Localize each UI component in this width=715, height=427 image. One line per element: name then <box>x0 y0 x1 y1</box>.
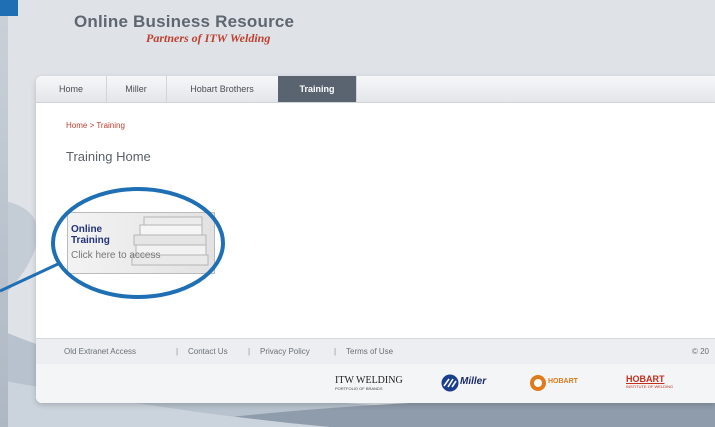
itw-welding-logo[interactable]: ITW WELDING PORTFOLIO OF BRANDS <box>335 375 403 391</box>
footer-old-extranet-link[interactable]: Old Extranet Access <box>64 339 136 364</box>
itw-logo-text: ITW WELDING <box>335 375 403 386</box>
site-header: Online Business Resource Partners of ITW… <box>74 12 294 46</box>
nav-home[interactable]: Home <box>36 76 107 102</box>
breadcrumb[interactable]: Home > Training <box>66 121 125 130</box>
footer-separator: | <box>248 347 251 356</box>
books-icon <box>131 216 209 266</box>
copyright: © 20 <box>691 347 709 356</box>
miller-logo[interactable]: Miller <box>441 374 486 397</box>
miller-globe-icon <box>441 374 459 392</box>
site-title: Online Business Resource <box>74 12 295 31</box>
footer-terms-link[interactable]: Terms of Use <box>346 339 393 364</box>
nav-hobart-brothers[interactable]: Hobart Brothers <box>166 76 279 102</box>
footer-separator: | <box>334 347 337 356</box>
nav-miller[interactable]: Miller <box>106 76 167 102</box>
site-subtitle: Partners of ITW Welding <box>146 31 271 45</box>
card-title-line2: Training <box>71 235 110 246</box>
left-strip <box>0 16 8 427</box>
footer-contact-link[interactable]: Contact Us <box>188 339 228 364</box>
brand-logo-row: ITW WELDING PORTFOLIO OF BRANDS Miller H… <box>36 364 715 403</box>
hobart-logo-text: HOBART <box>548 378 578 385</box>
footer-separator: | <box>176 347 179 356</box>
card-cta: Click here to access <box>71 250 161 261</box>
top-navbar: Home Miller Hobart Brothers Training <box>36 76 715 103</box>
miller-logo-text: Miller <box>460 376 487 387</box>
hobart-institute-subtext: INSTITUTE OF WELDING <box>626 384 674 389</box>
online-training-card[interactable]: Online Training Click here to access <box>67 212 215 274</box>
hobart-logo[interactable]: HOBART <box>529 374 578 397</box>
page-title: Training Home <box>66 149 151 164</box>
itw-logo-subtext: PORTFOLIO OF BRANDS <box>335 386 383 391</box>
footer-privacy-link[interactable]: Privacy Policy <box>260 339 310 364</box>
hobart-institute-text: HOBART <box>626 374 665 384</box>
nav-training[interactable]: Training <box>278 76 357 102</box>
main-panel: Home Miller Hobart Brothers Training Hom… <box>36 76 715 403</box>
hobart-institute-logo[interactable]: HOBART INSTITUTE OF WELDING <box>626 374 673 389</box>
corner-tab <box>0 0 18 16</box>
footer-links: Old Extranet Access | Contact Us | Priva… <box>36 338 715 364</box>
card-title-line1: Online <box>71 224 103 235</box>
hobart-emblem-icon <box>530 375 546 391</box>
